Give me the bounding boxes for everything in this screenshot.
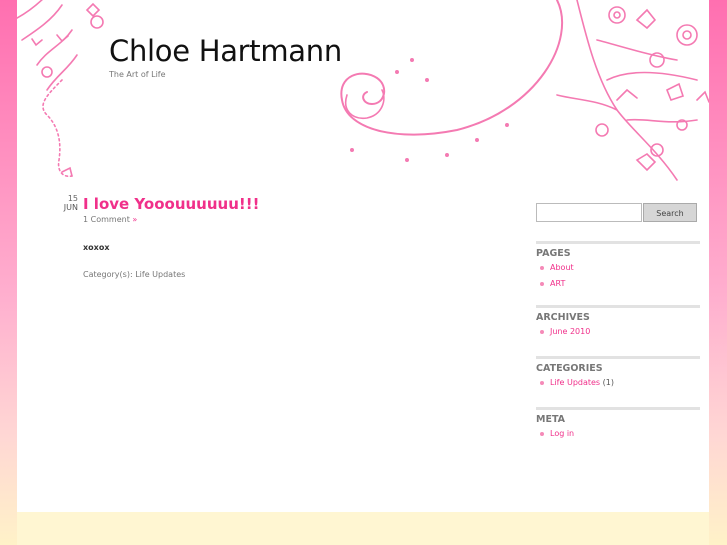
post-date: 15 JUN [58,194,78,212]
pages-item-art[interactable]: ART [536,279,700,289]
widget-pages: PAGES About ART [536,241,700,295]
footer-strip [17,512,709,545]
category-item-count: (1) [602,378,614,387]
search-button[interactable]: Search [643,203,697,222]
category-item-label[interactable]: Life Updates [550,378,600,387]
meta-item-login[interactable]: Log in [536,429,700,439]
widget-archives: ARCHIVES June 2010 [536,305,700,343]
widget-title-archives: ARCHIVES [536,305,700,323]
category-label: Category(s): [83,270,133,279]
widget-title-meta: META [536,407,700,425]
widget-title-categories: CATEGORIES [536,356,700,374]
post-body: xoxox [83,243,110,252]
widget-title-pages: PAGES [536,241,700,259]
widget-categories: CATEGORIES Life Updates (1) [536,356,700,394]
page-container: Chloe Hartmann The Art of Life 15 JUN I … [17,0,709,512]
site-title[interactable]: Chloe Hartmann [109,34,342,68]
post-date-day: 15 [67,194,78,203]
search-input[interactable] [536,203,642,222]
archives-item-june-2010[interactable]: June 2010 [536,327,700,337]
floral-decoration [17,0,709,181]
post-date-month: JUN [63,203,78,212]
category-link[interactable]: Life Updates [135,270,185,279]
site-tagline: The Art of Life [109,70,166,79]
comments-link[interactable]: 1 Comment [83,215,130,224]
comments-arrow: » [132,215,138,224]
post-title-link[interactable]: I love Yooouuuuuu!!! [83,195,259,213]
pages-item-about[interactable]: About [536,263,700,273]
post-comments: 1 Comment » [83,215,137,224]
categories-item-life-updates[interactable]: Life Updates (1) [536,378,700,388]
widget-meta: META Log in [536,407,700,445]
post-category: Category(s): Life Updates [83,270,185,279]
